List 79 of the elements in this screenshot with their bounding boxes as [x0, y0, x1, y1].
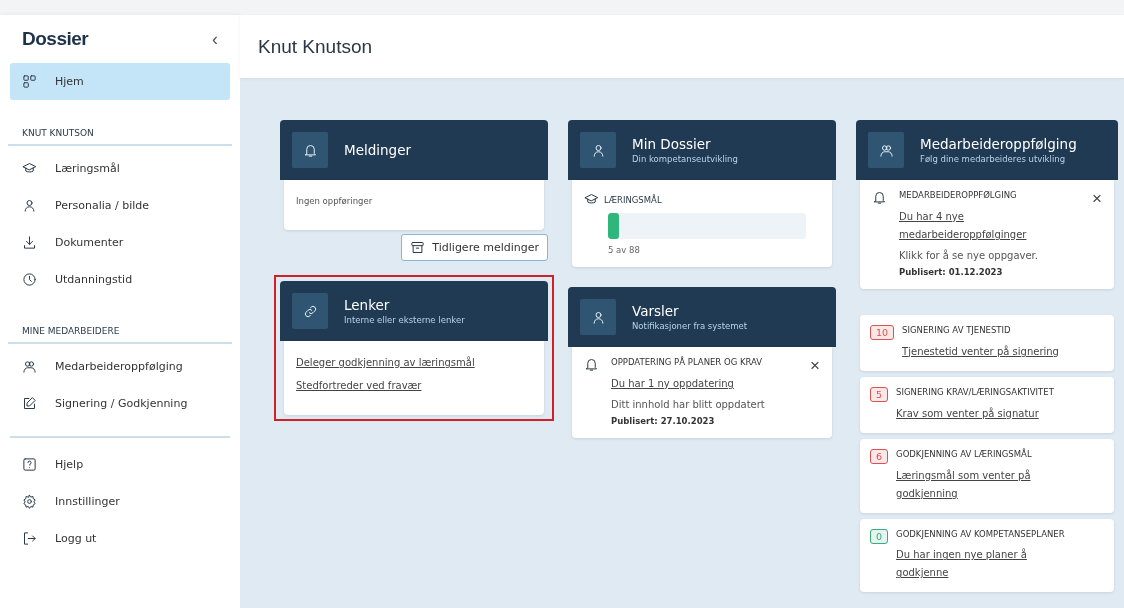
clock-icon	[22, 272, 37, 287]
bell-icon	[872, 190, 887, 205]
graduation-cap-icon	[584, 192, 599, 207]
close-button[interactable]: ×	[1092, 190, 1102, 207]
count-badge: 10	[870, 324, 895, 340]
link-icon	[302, 303, 318, 319]
link[interactable]: Deleger godkjenning av læringsmål	[296, 357, 532, 368]
alert-heading: OPPDATERING PÅ PLANER OG KRAV	[611, 357, 764, 369]
link[interactable]: Stedfortreder ved fravær	[296, 380, 532, 391]
task-link[interactable]: Tjenestetid venter på signering	[902, 342, 1074, 361]
history-button[interactable]: Tidligere meldinger	[401, 234, 548, 261]
nav-item[interactable]: Læringsmål	[10, 150, 230, 187]
progress-reading: 5 av 88	[608, 245, 641, 255]
nav-label: Dokumenter	[55, 236, 124, 249]
section-heading: KNUT KNUTSON	[8, 120, 232, 146]
grid-icon	[22, 74, 37, 89]
close-button[interactable]: ×	[810, 357, 820, 374]
settings-icon	[22, 494, 37, 509]
nav-item[interactable]: Dokumenter	[10, 224, 230, 261]
users-icon	[22, 359, 37, 374]
archive-icon	[410, 240, 426, 255]
task-link[interactable]: Krav som venter på signatur	[896, 404, 1074, 423]
nav-label: Hjem	[55, 75, 84, 88]
alert-heading: MEDARBEIDEROPPFØLGING	[899, 190, 1018, 202]
count-badge: 5	[870, 386, 889, 402]
bell-icon	[302, 142, 318, 158]
count-badge: 6	[870, 448, 889, 464]
published-date: Publisert: 27.10.2023	[611, 415, 716, 426]
nav-item[interactable]: Hjem	[10, 63, 230, 100]
nav-item[interactable]: Innstillinger	[10, 483, 230, 520]
card-title: Min Dossier	[632, 136, 712, 152]
nav-label: Hjelp	[55, 458, 84, 471]
alert-link[interactable]: Du har 4 nye medarbeideroppfølginger	[899, 207, 1081, 244]
logout-icon	[22, 531, 37, 546]
card-subtitle: Notifikasjoner fra systemet	[632, 321, 748, 331]
alert-text: Klikk for å se nye oppgaver.	[899, 249, 1039, 261]
nav-label: Personalia / bilde	[55, 199, 150, 212]
nav-label: Signering / Godkjenning	[55, 397, 188, 410]
card-title: Varsler	[632, 303, 680, 319]
alert-text: Ditt innhold har blitt oppdatert	[611, 398, 766, 410]
count-badge: 0	[870, 528, 889, 544]
task-link[interactable]: Du har ingen nye planer å godkjenne	[896, 546, 1074, 583]
card-title: Meldinger	[344, 142, 411, 158]
help-icon	[22, 457, 37, 472]
progress-label: LÆRINGSMÅL	[604, 194, 662, 205]
page-title: Knut Knutson	[258, 35, 373, 58]
nav-item[interactable]: Medarbeideroppfølging	[10, 348, 230, 385]
card-subtitle: Interne eller eksterne lenker	[344, 315, 465, 325]
alert-link[interactable]: Du har 1 ny oppdatering	[611, 374, 799, 393]
users-icon	[878, 142, 894, 158]
published-date: Publisert: 01.12.2023	[899, 266, 1004, 277]
section-heading: MINE MEDARBEIDERE	[8, 318, 232, 344]
collapse-button[interactable]: ‹	[208, 28, 222, 50]
nav-item[interactable]: Signering / Godkjenning	[10, 385, 230, 422]
nav-label: Medarbeideroppfølging	[55, 360, 183, 373]
task-heading: SIGNERING AV TJENESTID	[902, 324, 1012, 337]
nav-item[interactable]: Logg ut	[10, 520, 230, 557]
task-heading: GODKJENNING AV LÆRINGSMÅL	[896, 448, 1033, 461]
task-heading: SIGNERING KRAV/LÆRINGSAKTIVITET	[896, 386, 1055, 399]
nav-label: Innstillinger	[55, 495, 120, 508]
bell-icon	[584, 357, 599, 372]
task-link[interactable]: Læringsmål som venter på godkjenning	[896, 466, 1074, 503]
card-subtitle: Din kompetanseutvikling	[632, 154, 738, 164]
logo: Dossier	[22, 28, 89, 50]
user-icon	[22, 198, 37, 213]
nav-item[interactable]: Hjelp	[10, 446, 230, 483]
nav-item[interactable]: Personalia / bilde	[10, 187, 230, 224]
task-heading: GODKJENNING AV KOMPETANSEPLANER	[896, 528, 1066, 541]
edit-icon	[22, 396, 37, 411]
empty-text: Ingen oppføringer	[296, 195, 374, 208]
card-title: Medarbeideroppfølging	[920, 136, 1077, 152]
nav-label: Læringsmål	[55, 162, 120, 175]
graduation-cap-icon	[22, 161, 37, 176]
nav-label: Logg ut	[55, 532, 97, 545]
download-icon	[22, 235, 37, 250]
card-title: Lenker	[344, 297, 391, 313]
nav-item[interactable]: Utdanningstid	[10, 261, 230, 298]
nav-label: Utdanningstid	[55, 273, 133, 286]
card-subtitle: Følg dine medarbeideres utvikling	[920, 154, 1067, 164]
